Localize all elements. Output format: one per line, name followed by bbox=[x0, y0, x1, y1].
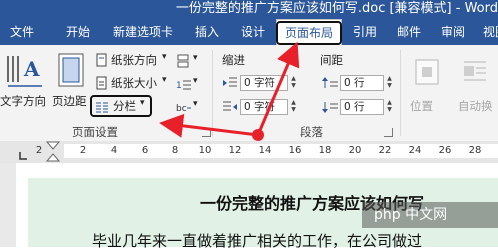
arrow-to-columns bbox=[159, 113, 259, 138]
arrow-to-page-layout bbox=[256, 41, 300, 136]
annotation-arrows bbox=[159, 41, 300, 141]
